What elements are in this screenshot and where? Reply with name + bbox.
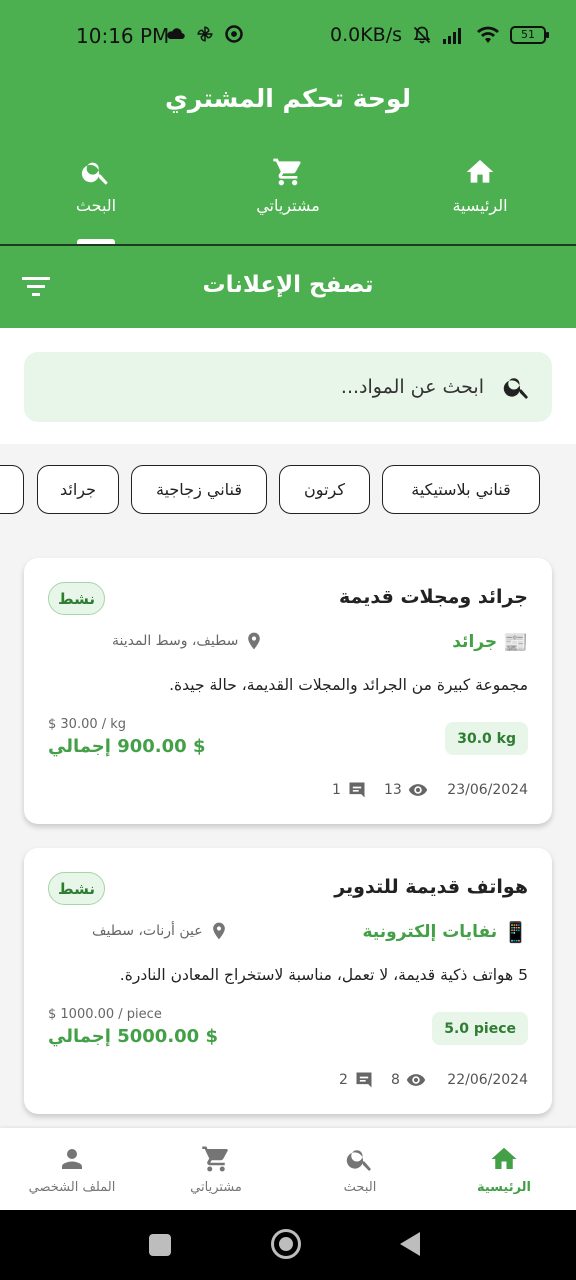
tab-purchases[interactable]: مشترياتي: [192, 156, 384, 244]
listing-category: 📰 جرائد: [452, 630, 528, 654]
filter-button[interactable]: [20, 273, 52, 301]
filter-icon: [22, 277, 50, 296]
category-chips: قناني بلاستيكية كرتون قناني زجاجية جرائد: [0, 464, 576, 516]
listing-footer: 22/06/2024 8 2: [48, 1070, 528, 1092]
whatsapp-icon: [225, 25, 243, 43]
section-bar: تصفح الإعلانات: [0, 246, 576, 328]
home-button-dot: [279, 1237, 293, 1251]
search-area: [0, 328, 576, 444]
bottom-nav-purchases-label: مشترياتي: [190, 1180, 242, 1195]
bottom-nav-profile[interactable]: الملف الشخصي: [0, 1128, 144, 1210]
search-box[interactable]: [24, 352, 552, 422]
tab-purchases-label: مشترياتي: [256, 196, 320, 215]
chip-plastic-bottles[interactable]: قناني بلاستيكية: [382, 465, 540, 514]
wifi-icon: [477, 26, 499, 43]
category-name: جرائد: [452, 632, 498, 652]
home-icon: [466, 160, 494, 183]
status-badge: نشط: [48, 872, 105, 905]
system-nav-bar: [0, 1210, 576, 1280]
search-input[interactable]: [104, 376, 484, 398]
listing-card[interactable]: جرائد ومجلات قديمة نشط 📰 جرائد سطيف، وسط…: [24, 558, 552, 824]
views-count: 13: [384, 782, 402, 798]
comments-count: 1: [332, 782, 341, 798]
views-stat: 8: [391, 1070, 426, 1090]
total-price: $ 5000.00 إجمالي: [48, 1026, 218, 1047]
search-icon: [503, 378, 528, 399]
newspaper-icon: 📰: [503, 630, 528, 654]
bottom-nav-home[interactable]: الرئيسية: [432, 1128, 576, 1210]
bottom-nav-purchases[interactable]: مشترياتي: [144, 1128, 288, 1210]
signal-icon: [443, 28, 461, 44]
app-header: لوحة تحكم المشتري الرئيسية مشترياتي البح…: [0, 76, 576, 246]
home-icon: [491, 1147, 517, 1169]
status-time: 10:16 PM: [76, 24, 170, 48]
home-button[interactable]: [271, 1229, 301, 1259]
cloud-icon: [167, 28, 185, 39]
quantity-badge: 5.0 piece: [432, 1012, 528, 1045]
bottom-nav: الرئيسية البحث مشترياتي الملف الشخصي: [0, 1128, 576, 1210]
status-bar: 10:16 PM 0.0KB/s 51: [0, 0, 576, 76]
net-speed: 0.0KB/s: [329, 24, 402, 46]
tab-search[interactable]: البحث: [0, 156, 192, 244]
listing-date: 22/06/2024: [447, 1072, 528, 1088]
status-badge: نشط: [48, 582, 105, 615]
tab-search-label: البحث: [75, 196, 117, 215]
cart-icon: [202, 1146, 228, 1172]
comments-count: 2: [339, 1072, 348, 1088]
listing-title: جرائد ومجلات قديمة: [339, 586, 528, 608]
comment-icon: [349, 782, 365, 798]
listing-title: هواتف قديمة للتدوير: [334, 876, 528, 898]
battery-icon: 51: [510, 26, 549, 44]
listing-card[interactable]: هواتف قديمة للتدوير نشط 📱 نفايات إلكترون…: [24, 848, 552, 1114]
bottom-nav-profile-label: الملف الشخصي: [28, 1180, 116, 1195]
system-icons: 0.0KB/s 51: [329, 24, 549, 46]
search-icon: [346, 1150, 371, 1171]
location-pin-icon: [248, 632, 261, 650]
mute-icon: [413, 26, 431, 44]
bottom-nav-search-label: البحث: [343, 1180, 377, 1195]
section-title: تصفح الإعلانات: [202, 272, 374, 298]
top-tabs: الرئيسية مشترياتي البحث: [0, 156, 576, 244]
views-stat: 13: [384, 780, 428, 800]
phone-icon: 📱: [503, 920, 528, 944]
views-count: 8: [391, 1072, 400, 1088]
chip-glass-bottles[interactable]: قناني زجاجية: [131, 465, 267, 514]
pinwheel-icon: [197, 26, 213, 42]
listing-location: سطيف، وسط المدينة: [112, 630, 264, 652]
comment-icon: [356, 1072, 372, 1088]
location-pin-icon: [212, 922, 225, 940]
quantity-badge: 30.0 kg: [445, 722, 528, 755]
tab-home-label: الرئيسية: [452, 196, 508, 215]
tab-home[interactable]: الرئيسية: [384, 156, 576, 244]
bottom-nav-home-label: الرئيسية: [476, 1180, 532, 1195]
back-button[interactable]: [400, 1232, 420, 1256]
listing-description: مجموعة كبيرة من الجرائد والمجلات القديمة…: [169, 676, 528, 694]
app-title: لوحة تحكم المشتري: [164, 84, 412, 113]
listing-description: 5 هواتف ذكية قديمة، لا تعمل، مناسبة لاست…: [119, 966, 528, 984]
comments-stat: 1: [332, 780, 367, 800]
recents-button[interactable]: [149, 1234, 171, 1256]
eye-icon: [408, 784, 427, 796]
unit-price: $ 1000.00 / piece: [48, 1007, 162, 1022]
notification-icons: [166, 24, 244, 44]
listing-category: 📱 نفايات إلكترونية: [363, 920, 529, 944]
listing-location: عين أرنات، سطيف: [92, 920, 229, 942]
category-name: نفايات إلكترونية: [362, 922, 498, 942]
listing-date: 23/06/2024: [447, 782, 528, 798]
chip-cardboard[interactable]: كرتون: [279, 465, 370, 514]
total-price: $ 900.00 إجمالي: [48, 736, 206, 757]
bottom-nav-search[interactable]: البحث: [288, 1128, 432, 1210]
search-icon: [81, 162, 108, 185]
listing-footer: 23/06/2024 13 1: [48, 780, 528, 802]
chip-overflow[interactable]: [0, 465, 24, 514]
unit-price: $ 30.00 / kg: [48, 717, 127, 732]
chip-newspapers[interactable]: جرائد: [37, 465, 119, 514]
eye-icon: [406, 1074, 426, 1086]
location-text: عين أرنات، سطيف: [92, 923, 203, 939]
location-text: سطيف، وسط المدينة: [112, 633, 239, 649]
cart-icon: [273, 158, 301, 186]
comments-stat: 2: [339, 1070, 374, 1090]
person-icon: [62, 1149, 82, 1169]
